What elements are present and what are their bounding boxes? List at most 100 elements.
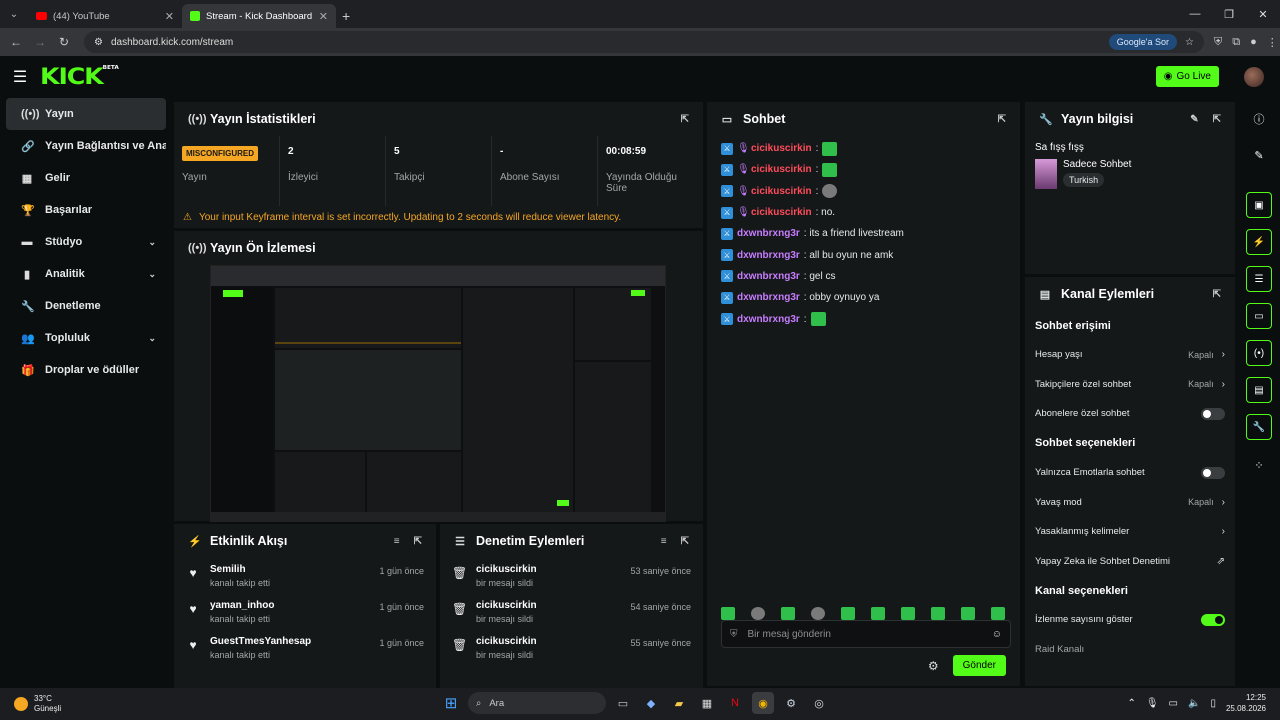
stream-preview-video[interactable] [210,265,666,522]
sidebar-item-achievements[interactable]: 🏆 Başarılar [6,194,166,226]
bookmark-star-icon[interactable]: ☆ [1185,37,1194,48]
popout-icon[interactable]: ⇱ [1213,114,1221,125]
edit-pencil-icon[interactable]: ✎ [1190,114,1198,125]
emote-icon[interactable] [841,607,855,620]
chat-message[interactable]: ⚔ 🎙 cicikuscirkin: no. [707,202,1020,223]
emote-icon[interactable] [721,607,735,620]
sidebar-item-community[interactable]: 👥 Topluluk ⌄ [6,322,166,354]
stats-widget-icon[interactable]: ▣ [1246,192,1272,218]
emote-icon[interactable] [961,607,975,620]
new-tab-icon[interactable]: + [342,4,350,28]
steam-icon[interactable]: ⚙ [780,692,802,714]
chat-message[interactable]: ⚔ 🎙 cicikuscirkin: [707,181,1020,202]
chat-message[interactable]: ⚔ dxwnbrxng3r: [707,308,1020,329]
chat-input[interactable]: ⛨ Bir mesaj gönderin ☺ [721,620,1011,648]
emote-icon[interactable] [901,607,915,620]
app-icon[interactable]: ◎ [808,692,830,714]
popout-icon[interactable]: ⇱ [681,536,689,547]
sidebar-item-drops[interactable]: 🎁 Droplar ve ödüller [6,354,166,386]
raid-channel-setting[interactable]: Raid Kanalı [1035,635,1225,665]
filter-icon[interactable]: ≡ [394,536,400,547]
sidebar-item-analytics[interactable]: ▮ Analitik ⌄ [6,258,166,290]
kick-logo[interactable]: KICKBETA [40,65,119,90]
info-icon[interactable]: ⓘ [1246,106,1272,132]
account-age-setting[interactable]: Hesap yaşı Kapalı › [1035,340,1225,370]
task-view-icon[interactable]: ▭ [612,692,634,714]
sidebar-item-stream-key[interactable]: 🔗 Yayın Bağlantısı ve Anahtarı [6,130,166,162]
emotes-only-toggle[interactable] [1201,466,1225,479]
network-icon[interactable]: ▭ [1169,698,1178,709]
back-icon[interactable]: ← [4,35,28,49]
clock[interactable]: 12:25 25.08.2026 [1226,692,1266,714]
chat-message[interactable]: ⚔ dxwnbrxng3r: all bu oyun ne amk [707,244,1020,265]
tab-search-icon[interactable]: ⌄ [0,0,28,28]
microphone-icon[interactable]: 🎙 [1146,698,1159,709]
add-widget-icon[interactable]: ⁘ [1246,452,1272,478]
sidebar-item-studio[interactable]: ▬ Stüdyo ⌄ [6,226,166,258]
sidebar-item-yayin[interactable]: ((•)) Yayın [6,98,166,130]
profile-icon[interactable]: ● [1250,36,1257,49]
emote-icon[interactable] [991,607,1005,620]
edit-pencil-icon[interactable]: ✎ [1246,142,1272,168]
go-live-button[interactable]: ◉ Go Live [1155,66,1219,87]
chat-message[interactable]: ⚔ 🎙 cicikuscirkin: [707,159,1020,180]
popout-icon[interactable]: ⇱ [681,114,689,125]
avatar[interactable] [1244,67,1264,87]
netflix-icon[interactable]: N [724,692,746,714]
chat-message[interactable]: ⚔ 🎙 cicikuscirkin: [707,138,1020,159]
tab-kick-dashboard[interactable]: Stream - Kick Dashboard ✕ [182,4,336,28]
google-ask-button[interactable]: Google'a Sor [1108,34,1178,50]
windows-start-icon[interactable]: ⊞ [440,692,462,714]
sidebar-item-revenue[interactable]: ▦ Gelir [6,162,166,194]
close-icon[interactable]: ✕ [165,10,174,23]
emote-icon[interactable] [871,607,885,620]
filter-icon[interactable]: ≡ [661,536,667,547]
subs-only-toggle[interactable] [1201,407,1225,420]
popout-icon[interactable]: ⇱ [1213,289,1221,300]
wrench-icon[interactable]: 🔧 [1246,414,1272,440]
chat-message[interactable]: ⚔ dxwnbrxng3r: gel cs [707,266,1020,287]
emote-icon[interactable] [781,607,795,620]
url-field[interactable]: ⚙ dashboard.kick.com/stream Google'a Sor… [84,31,1204,53]
store-icon[interactable]: ▦ [696,692,718,714]
maximize-icon[interactable]: ❐ [1212,0,1246,28]
banned-words-setting[interactable]: Yasaklanmış kelimeler › [1035,517,1225,547]
taskbar-search[interactable]: ⌕ Ara [468,692,606,714]
slow-mode-setting[interactable]: Yavaş mod Kapalı › [1035,487,1225,517]
chat-icon[interactable]: ▭ [1246,303,1272,329]
sidebar-item-moderation[interactable]: 🔧 Denetleme [6,290,166,322]
chat-message[interactable]: ⚔ dxwnbrxng3r: obby oynuyo ya [707,287,1020,308]
chat-settings-gear-icon[interactable]: ⚙ [928,659,939,673]
window-close-icon[interactable]: ✕ [1246,0,1280,28]
popout-icon[interactable]: ⇱ [998,114,1006,125]
close-icon[interactable]: ✕ [319,10,328,23]
extensions-icon[interactable]: ⧉ [1232,36,1240,49]
weather-widget[interactable]: 33°C Güneşli [0,694,61,714]
battery-icon[interactable]: ▯ [1210,698,1216,709]
minimize-icon[interactable]: — [1178,0,1212,28]
menu-dots-icon[interactable]: ⋮ [1267,36,1278,49]
shield-icon[interactable]: ⛨ [1214,36,1222,49]
channel-icon[interactable]: ▤ [1246,377,1272,403]
tray-overflow-icon[interactable]: ⌃ [1127,698,1135,709]
list-icon[interactable]: ☰ [1246,266,1272,292]
file-explorer-icon[interactable]: ▰ [668,692,690,714]
site-info-icon[interactable]: ⚙ [94,37,103,48]
emote-icon[interactable] [751,607,765,620]
broadcast-icon[interactable]: (•) [1246,340,1272,366]
popout-icon[interactable]: ⇱ [414,536,422,547]
forward-icon[interactable]: → [28,35,52,49]
bolt-icon[interactable]: ⚡ [1246,229,1272,255]
chat-message[interactable]: ⚔ dxwnbrxng3r: its a friend livestream [707,223,1020,244]
emote-icon[interactable] [931,607,945,620]
emoji-picker-icon[interactable]: ☺ [992,629,1002,640]
hamburger-menu-icon[interactable]: ☰ [0,67,40,87]
ai-moderation-setting[interactable]: Yapay Zeka ile Sohbet Denetimi ⇗ [1035,547,1225,577]
tab-youtube[interactable]: (44) YouTube ✕ [28,4,182,28]
copilot-icon[interactable]: ◆ [640,692,662,714]
volume-icon[interactable]: 🔈 [1188,698,1200,709]
send-button[interactable]: Gönder [952,655,1006,676]
followers-only-setting[interactable]: Takipçilere özel sohbet Kapalı › [1035,370,1225,400]
show-viewers-toggle[interactable] [1201,613,1225,626]
chrome-icon[interactable]: ◉ [752,692,774,714]
